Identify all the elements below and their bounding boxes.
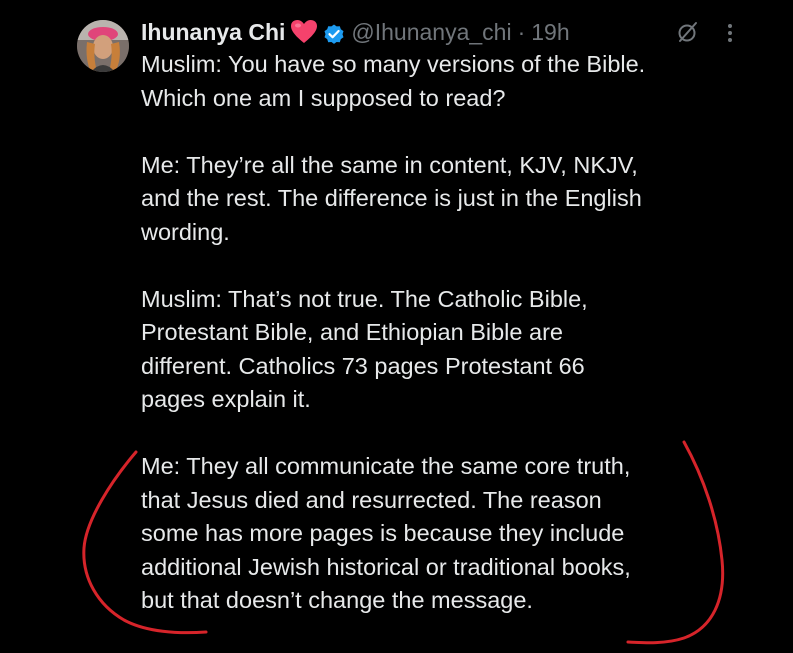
separator-dot: · xyxy=(517,19,526,45)
tweet-paragraph: Me: They all communicate the same core t… xyxy=(141,453,631,613)
tweet-paragraph: Muslim: That’s not true. The Catholic Bi… xyxy=(141,285,588,413)
red-heart-icon xyxy=(290,19,318,45)
avatar-image xyxy=(77,20,129,72)
verified-badge-icon[interactable] xyxy=(322,20,346,44)
tweet-paragraph: Me: They’re all the same in content, KJV… xyxy=(141,151,642,245)
display-name[interactable]: Ihunanya Chi xyxy=(141,14,285,50)
tweet-card[interactable]: Ihunanya Chi @Ihunanya_chi · 19h Muslim:… xyxy=(0,0,793,653)
user-handle[interactable]: @Ihunanya_chi xyxy=(351,14,511,50)
tweet-header: Ihunanya Chi @Ihunanya_chi · 19h xyxy=(141,14,570,50)
more-vertical-icon[interactable] xyxy=(723,22,737,44)
grok-slash-icon[interactable] xyxy=(676,20,700,44)
tweet-text: Muslim: You have so many versions of the… xyxy=(141,48,741,618)
timestamp[interactable]: 19h xyxy=(531,14,569,50)
avatar[interactable] xyxy=(77,20,129,72)
tweet-paragraph: Muslim: You have so many versions of the… xyxy=(141,51,646,111)
